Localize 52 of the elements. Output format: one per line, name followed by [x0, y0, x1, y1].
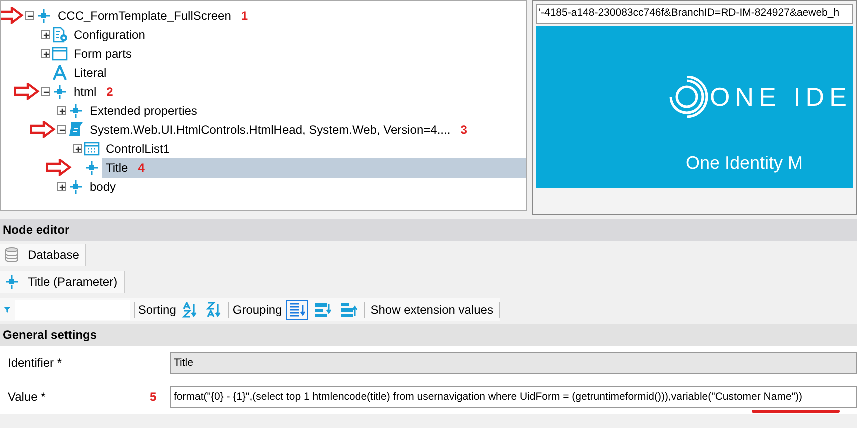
annotation-number: 2 — [106, 84, 114, 98]
sorting-label: Sorting — [138, 302, 176, 318]
expander-icon[interactable] — [41, 87, 50, 96]
input-field[interactable]: format("{0} - {1}",(select top 1 htmlencode(title) from usernavigation where UidForm = (getruntimeformid())),variable("Customer Name")) — [170, 386, 857, 408]
expander-icon[interactable] — [57, 182, 66, 191]
annotation-number: 3 — [460, 122, 468, 136]
expander-icon[interactable] — [73, 144, 82, 153]
field-label: Value * — [7, 389, 47, 406]
config-icon — [52, 26, 68, 42]
tree-item[interactable]: Extended properties — [86, 100, 202, 120]
logo-text: ONE IDE — [710, 80, 852, 114]
node-icon — [4, 274, 20, 290]
section-header: General settings — [0, 324, 857, 346]
tree-item[interactable]: ControlList1 — [102, 138, 174, 158]
node-icon — [36, 8, 52, 24]
show-extension-values-button[interactable]: Show extension values — [368, 300, 496, 320]
tree-item[interactable]: body — [86, 176, 120, 196]
tree-item[interactable]: html 2 — [70, 82, 118, 102]
tree-item[interactable]: System.Web.UI.HtmlControls.HtmlHead, System.Web, Version=4.... 3 — [86, 120, 472, 140]
node-icon — [68, 178, 84, 194]
database-icon — [4, 247, 20, 263]
tree-item[interactable]: Form parts — [70, 44, 136, 64]
editor-tab[interactable]: Title (Parameter) — [0, 271, 125, 293]
tree-item[interactable]: CCC_FormTemplate_FullScreen 1 — [54, 6, 252, 26]
annotation-arrow — [30, 121, 56, 138]
product-title: One Identity M — [686, 152, 804, 175]
scroll-icon — [68, 122, 84, 138]
expander-icon[interactable] — [25, 11, 34, 20]
annotation-arrow — [46, 159, 72, 176]
expander-icon[interactable] — [41, 49, 50, 58]
expander-icon[interactable] — [57, 106, 66, 115]
panel-title: Node editor — [0, 219, 857, 241]
annotation-arrow — [14, 83, 40, 100]
annotation-number: 1 — [241, 8, 248, 22]
node-icon — [52, 84, 68, 100]
node-icon — [84, 160, 100, 176]
letter-icon — [52, 64, 68, 80]
tree-item[interactable]: Title 4 — [102, 158, 526, 178]
tree-item[interactable]: Configuration — [70, 24, 150, 44]
tree-item[interactable]: Literal — [70, 62, 111, 82]
expander-icon[interactable] — [57, 125, 66, 134]
editor-tab[interactable]: Database — [0, 244, 86, 266]
grouping-label: Grouping — [232, 302, 282, 318]
list-icon — [84, 140, 100, 156]
group-list-button[interactable] — [286, 300, 308, 320]
annotation-number: 5 — [150, 389, 158, 406]
url-field[interactable]: '-4185-a148-230083cc746f&BranchID=RD-IM-824927&aeweb_h — [536, 4, 853, 24]
annotation-number: 4 — [138, 160, 145, 174]
window-icon — [52, 46, 68, 62]
expander-icon[interactable] — [41, 30, 50, 39]
field-label: Identifier * — [7, 355, 64, 372]
node-icon — [68, 102, 84, 118]
